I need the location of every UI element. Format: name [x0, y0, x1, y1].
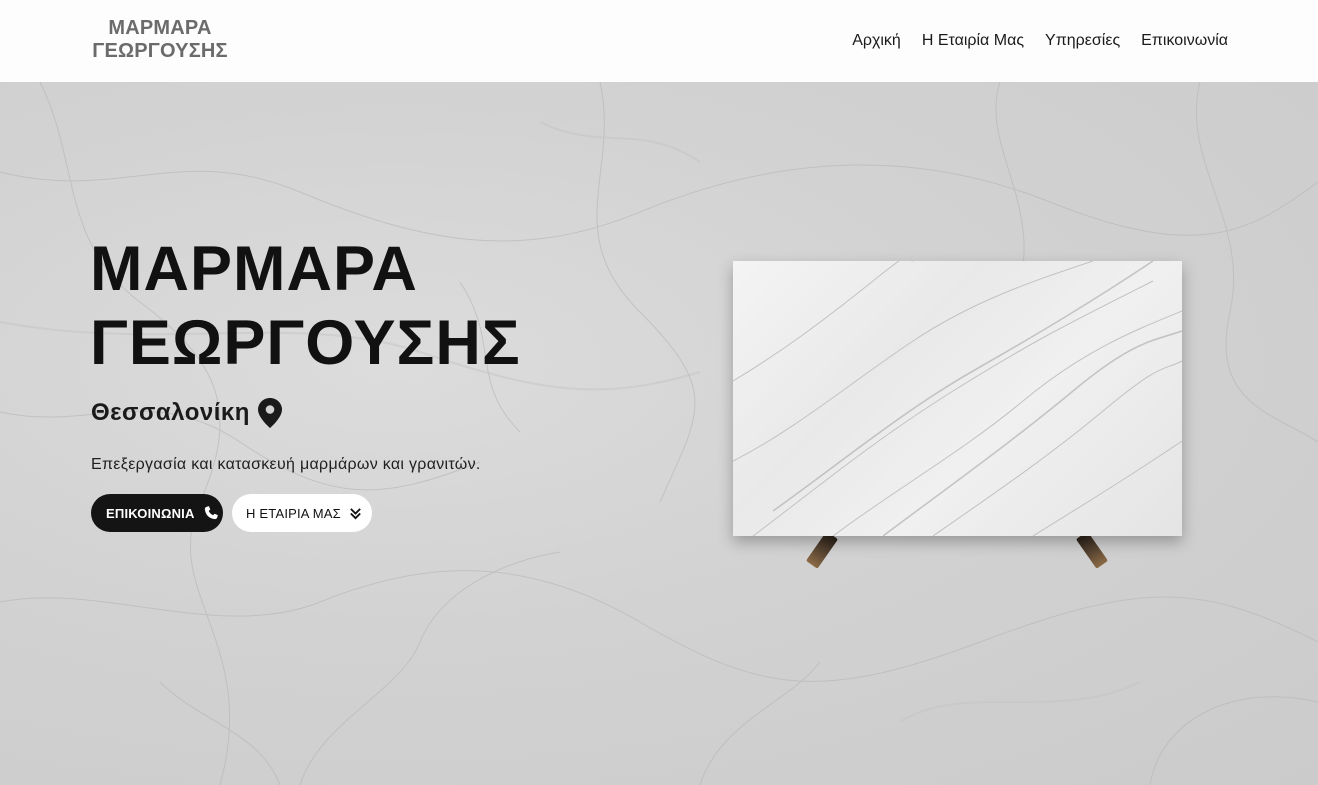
hero-section: ΜΑΡΜΑΡΑ ΓΕΩΡΓΟΥΣΗΣ Θεσσαλονίκη Επεξεργασ…	[0, 82, 1318, 785]
marble-slab	[733, 261, 1182, 536]
hero-title-line-1: ΜΑΡΜΑΡΑ	[90, 234, 418, 304]
contact-button[interactable]: ΕΠΙΚΟΙΝΩΝΙΑ	[91, 494, 223, 532]
location: Θεσσαλονίκη	[91, 398, 282, 428]
location-label: Θεσσαλονίκη	[91, 399, 250, 426]
hero-tagline: Επεξεργασία και κατασκευή μαρμάρων και γ…	[91, 456, 481, 473]
phone-icon	[204, 506, 218, 520]
marble-slab-image	[733, 261, 1182, 569]
main-nav: Αρχική Η Εταιρία Μας Υπηρεσίες Επικοινων…	[852, 30, 1228, 52]
site-header: ΜΑΡΜΑΡΑ ΓΕΩΡΓΟΥΣΗΣ Αρχική Η Εταιρία Μας …	[0, 0, 1318, 82]
company-button[interactable]: Η ΕΤΑΙΡΙΑ ΜΑΣ	[232, 494, 372, 532]
nav-item-contact[interactable]: Επικοινωνία	[1141, 30, 1228, 52]
logo-line-1: ΜΑΡΜΑΡΑ	[108, 17, 212, 39]
logo-line-2: ΓΕΩΡΓΟΥΣΗΣ	[92, 40, 228, 62]
nav-item-company[interactable]: Η Εταιρία Μας	[922, 30, 1024, 52]
double-chevron-down-icon	[350, 507, 361, 519]
nav-item-services[interactable]: Υπηρεσίες	[1045, 30, 1120, 52]
hero-title: ΜΑΡΜΑΡΑ ΓΕΩΡΓΟΥΣΗΣ	[90, 232, 521, 380]
contact-button-label: ΕΠΙΚΟΙΝΩΝΙΑ	[106, 505, 195, 521]
hero-title-line-2: ΓΕΩΡΓΟΥΣΗΣ	[90, 308, 521, 378]
logo[interactable]: ΜΑΡΜΑΡΑ ΓΕΩΡΓΟΥΣΗΣ	[90, 17, 230, 63]
nav-item-home[interactable]: Αρχική	[852, 30, 901, 52]
company-button-label: Η ΕΤΑΙΡΙΑ ΜΑΣ	[246, 505, 341, 521]
map-pin-icon	[257, 398, 282, 428]
